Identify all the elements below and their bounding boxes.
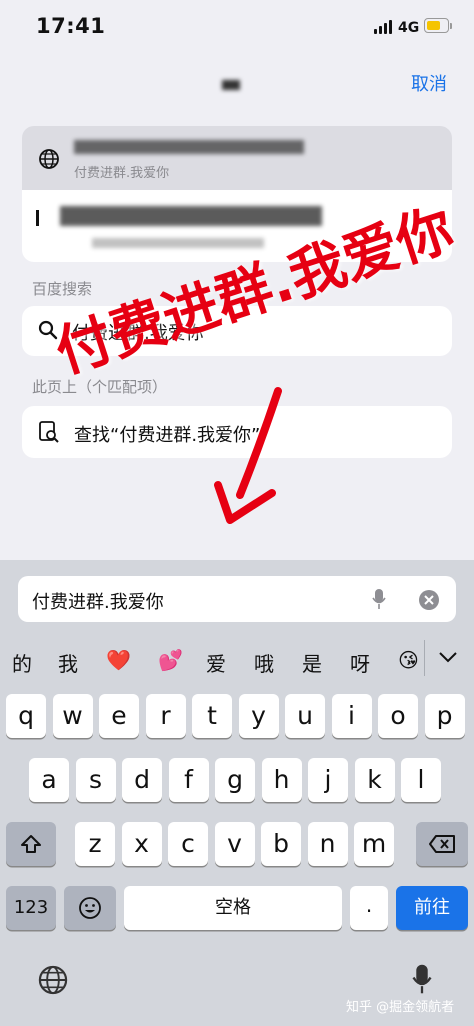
redacted-history-title xyxy=(60,206,322,226)
candidate-item[interactable]: 💕 xyxy=(158,648,183,672)
emoji-key[interactable] xyxy=(64,886,116,930)
battery-icon xyxy=(424,18,449,33)
key-b[interactable]: b xyxy=(261,822,301,866)
key-l[interactable]: l xyxy=(401,758,441,802)
key-w[interactable]: w xyxy=(52,694,93,738)
candidate-item[interactable]: 是 xyxy=(302,648,322,677)
redacted-title xyxy=(222,80,240,90)
backspace-icon xyxy=(429,835,455,853)
dictation-icon[interactable] xyxy=(412,962,432,996)
candidate-item[interactable]: 😘 xyxy=(398,648,419,672)
history-icon xyxy=(36,210,39,226)
key-s[interactable]: s xyxy=(75,758,116,802)
candidate-divider xyxy=(424,640,425,676)
emoji-icon xyxy=(79,897,101,919)
candidate-item[interactable]: 我 xyxy=(58,648,78,677)
top-suggestion-sub: 付费进群.我爱你 xyxy=(74,166,170,181)
key-u[interactable]: u xyxy=(285,694,325,738)
key-x[interactable]: x xyxy=(121,822,162,866)
section-this-page: 此页上（个匹配项） xyxy=(32,378,168,396)
key-y[interactable]: y xyxy=(238,694,279,738)
key-z[interactable]: z xyxy=(75,822,115,866)
key-t[interactable]: t xyxy=(192,694,232,738)
globe-icon xyxy=(39,149,59,169)
key-a[interactable]: a xyxy=(29,758,69,802)
network-label: 4G xyxy=(398,20,420,36)
find-in-page-icon xyxy=(39,421,59,443)
battery-tip xyxy=(450,23,452,29)
candidate-item[interactable]: 呀 xyxy=(350,648,370,677)
candidate-item[interactable]: 爱 xyxy=(206,648,226,677)
chevron-down-icon[interactable] xyxy=(438,650,458,664)
cancel-button[interactable]: 取消 xyxy=(411,70,447,96)
candidate-item[interactable]: ❤️ xyxy=(106,648,131,672)
key-n[interactable]: n xyxy=(307,822,348,866)
key-d[interactable]: d xyxy=(122,758,162,802)
redacted-history-sub xyxy=(92,238,264,248)
key-p[interactable]: p xyxy=(424,694,465,738)
key-i[interactable]: i xyxy=(331,694,372,738)
go-key[interactable]: 前往 xyxy=(396,886,468,930)
space-key[interactable]: 空格 xyxy=(124,886,342,930)
redacted-url xyxy=(74,140,304,154)
overlay-arrow-icon xyxy=(214,387,282,524)
key-g[interactable]: g xyxy=(215,758,255,802)
shift-icon xyxy=(21,835,41,853)
key-k[interactable]: k xyxy=(354,758,395,802)
shift-key[interactable] xyxy=(6,822,56,866)
key-o[interactable]: o xyxy=(378,694,418,738)
clear-icon[interactable] xyxy=(418,589,440,611)
globe-keyboard-icon[interactable] xyxy=(37,964,69,996)
status-time: 17:41 xyxy=(36,14,106,38)
key-r[interactable]: r xyxy=(145,694,186,738)
section-baidu: 百度搜索 xyxy=(32,280,93,298)
key-h[interactable]: h xyxy=(261,758,302,802)
candidate-item[interactable]: 哦 xyxy=(254,648,274,677)
period-key[interactable]: . xyxy=(350,886,388,930)
address-input[interactable]: 付费进群.我爱你 xyxy=(32,588,164,614)
microphone-icon[interactable] xyxy=(372,588,386,610)
key-c[interactable]: c xyxy=(168,822,208,866)
key-q[interactable]: q xyxy=(6,694,46,738)
candidate-item[interactable]: 的 xyxy=(12,648,32,677)
key-f[interactable]: f xyxy=(168,758,209,802)
key-m[interactable]: m xyxy=(354,822,394,866)
watermark: 知乎 @掘金领航者 xyxy=(346,1000,455,1015)
numbers-key[interactable]: 123 xyxy=(6,886,56,930)
delete-key[interactable] xyxy=(416,822,468,866)
key-v[interactable]: v xyxy=(214,822,255,866)
key-j[interactable]: j xyxy=(308,758,348,802)
key-e[interactable]: e xyxy=(99,694,139,738)
signal-icon xyxy=(374,20,394,34)
